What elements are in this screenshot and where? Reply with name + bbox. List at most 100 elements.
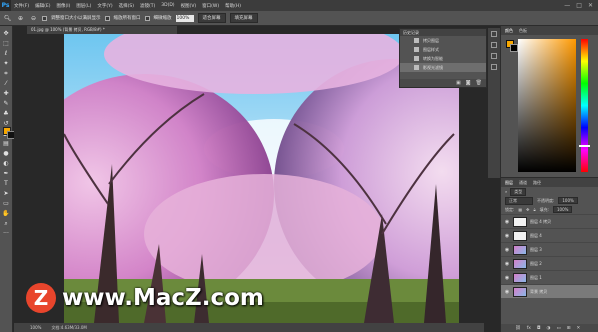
delete-layer-icon[interactable]: ✕ <box>577 326 581 331</box>
hue-slider[interactable] <box>581 39 588 172</box>
color-picker-field[interactable] <box>518 39 576 172</box>
more-tools-icon[interactable]: ··· <box>1 229 11 238</box>
crop-tool-icon[interactable]: ⌗ <box>1 69 11 78</box>
menu-edit[interactable]: 编辑(E) <box>32 3 53 9</box>
resize-windows-checkbox[interactable] <box>42 15 47 21</box>
menu-help[interactable]: 帮助(H) <box>222 3 244 9</box>
path-select-icon[interactable]: ➤ <box>1 189 11 198</box>
layer-thumbnail <box>513 230 527 241</box>
blend-mode-select[interactable]: 正常 <box>505 196 533 205</box>
history-state-icon <box>414 47 419 52</box>
zoom-out-icon[interactable]: ⊖ <box>29 14 38 23</box>
stamp-tool-icon[interactable]: ♣ <box>1 109 11 118</box>
visibility-eye-icon[interactable]: ◉ <box>504 233 510 239</box>
lock-position-icon[interactable]: ✥ <box>526 207 529 212</box>
layer-row[interactable]: ◉ 图层 4 <box>501 228 598 242</box>
tab-swatches[interactable]: 色板 <box>519 28 527 34</box>
adjustments-dock-icon[interactable] <box>491 53 497 59</box>
menu-file[interactable]: 文件(F) <box>11 3 32 9</box>
visibility-eye-icon[interactable]: ◉ <box>504 219 510 225</box>
fx-icon[interactable]: fx <box>527 326 531 331</box>
layer-row[interactable]: ◉ 图层 1 <box>501 270 598 284</box>
magic-wand-icon[interactable]: ✦ <box>1 59 11 68</box>
layer-filter-select[interactable]: 类型 <box>510 187 527 196</box>
menu-window[interactable]: 窗口(W) <box>199 3 222 9</box>
color-panel-background[interactable] <box>510 44 518 52</box>
document-tab[interactable]: 01.jpg @ 100% (背景 拷贝, RGB/8#) * <box>27 26 177 34</box>
fill-field[interactable]: 100% <box>553 206 573 213</box>
visibility-eye-icon[interactable]: ◉ <box>504 289 510 295</box>
lock-pixels-icon[interactable]: ▦ <box>518 207 522 212</box>
history-panel-title[interactable]: 历史记录 <box>400 29 486 36</box>
dodge-tool-icon[interactable]: ◐ <box>1 159 11 168</box>
maximize-button[interactable]: □ <box>576 2 582 9</box>
menu-select[interactable]: 选择(S) <box>116 3 137 9</box>
zoom-tool-icon[interactable]: 🔍︎ <box>3 14 12 23</box>
fill-screen-button[interactable]: 填充屏幕 <box>229 13 258 23</box>
lock-all-icon[interactable]: 🔒︎ <box>534 207 536 212</box>
tab-layers[interactable]: 图层 <box>505 180 513 186</box>
eyedropper-icon[interactable]: ⁄ <box>1 79 11 88</box>
tab-channels[interactable]: 通道 <box>519 180 527 186</box>
history-item-label: 影视光滤镜 <box>423 64 443 70</box>
menu-filter[interactable]: 滤镜(T) <box>137 3 158 9</box>
history-dock-icon[interactable] <box>491 31 497 37</box>
hand-tool-icon[interactable]: ✋ <box>1 209 11 218</box>
blur-tool-icon[interactable]: ● <box>1 149 11 158</box>
menu-view[interactable]: 视图(V) <box>178 3 200 9</box>
minimize-button[interactable]: — <box>564 2 570 9</box>
tab-paths[interactable]: 路径 <box>533 180 541 186</box>
history-item[interactable]: 转换为智能 <box>400 54 486 63</box>
layer-row[interactable]: ◉ 图层 3 <box>501 242 598 256</box>
move-tool-icon[interactable]: ✥ <box>1 29 11 38</box>
opacity-field[interactable]: 100% <box>558 197 578 204</box>
menu-type[interactable]: 文字(Y) <box>94 3 115 9</box>
brush-tool-icon[interactable]: ✎ <box>1 99 11 108</box>
menu-3d[interactable]: 3D(D) <box>158 3 177 8</box>
type-tool-icon[interactable]: T <box>1 179 11 188</box>
zoom-tool-side-icon[interactable]: ⌕ <box>1 219 11 228</box>
watermark-logo: Z <box>26 283 56 313</box>
close-button[interactable]: ✕ <box>588 2 593 9</box>
new-layer-icon[interactable]: ⊞ <box>567 326 571 331</box>
shape-tool-icon[interactable]: ▭ <box>1 199 11 208</box>
adjustment-layer-icon[interactable]: ◑ <box>547 326 551 331</box>
history-item-active[interactable]: 影视光滤镜 <box>400 63 486 72</box>
history-state-icon <box>414 65 419 70</box>
fit-screen-button[interactable]: 适合屏幕 <box>197 13 226 23</box>
visibility-eye-icon[interactable]: ◉ <box>504 275 510 281</box>
zoom-all-checkbox[interactable] <box>104 15 110 21</box>
mask-icon[interactable]: ◘ <box>537 326 541 331</box>
layer-row-selected[interactable]: ◉ 背景 拷贝 <box>501 284 598 298</box>
zoom-status[interactable]: 100% <box>30 325 41 330</box>
visibility-eye-icon[interactable]: ◉ <box>504 247 510 253</box>
gradient-tool-icon[interactable]: ▤ <box>1 139 11 148</box>
hue-slider-handle[interactable] <box>579 145 590 147</box>
right-panels: 颜色 色板 图层 通道 路径 ⌕ 类型 正常 不透明度: 100% 锁定: ▦ … <box>500 26 598 332</box>
link-layers-icon[interactable]: ⛓ <box>515 326 521 331</box>
history-item[interactable]: 拷贝图层 <box>400 36 486 45</box>
lasso-tool-icon[interactable]: ℓ <box>1 49 11 58</box>
layer-row[interactable]: ◉ 图层 2 <box>501 256 598 270</box>
layer-row[interactable]: ◉ 图层 4 拷贝 <box>501 214 598 228</box>
pen-tool-icon[interactable]: ✒ <box>1 169 11 178</box>
history-footer: ▣ ◙ 🗑︎ <box>400 79 486 87</box>
healing-brush-icon[interactable]: ✚ <box>1 89 11 98</box>
new-document-icon[interactable]: ▣ <box>456 80 461 86</box>
layer-thumbnail <box>513 272 527 283</box>
properties-dock-icon[interactable] <box>491 42 497 48</box>
scrubby-zoom-checkbox[interactable] <box>144 15 150 21</box>
trash-icon[interactable]: 🗑︎ <box>476 80 482 86</box>
tab-color[interactable]: 颜色 <box>505 28 513 34</box>
group-folder-icon[interactable]: ▭ <box>556 326 560 331</box>
history-item[interactable]: 图层样式 <box>400 45 486 54</box>
layers-footer: ⛓ fx ◘ ◑ ▭ ⊞ ✕ <box>501 324 598 332</box>
marquee-tool-icon[interactable]: ⬚ <box>1 39 11 48</box>
menu-layer[interactable]: 图层(L) <box>73 3 94 9</box>
visibility-eye-icon[interactable]: ◉ <box>504 261 510 267</box>
camera-snapshot-icon[interactable]: ◙ <box>466 80 471 86</box>
zoom-in-icon[interactable]: ⊕ <box>16 14 25 23</box>
menu-image[interactable]: 图像(I) <box>53 3 73 9</box>
paragraph-dock-icon[interactable] <box>491 64 497 70</box>
zoom-level-field[interactable]: 100% <box>175 14 194 22</box>
